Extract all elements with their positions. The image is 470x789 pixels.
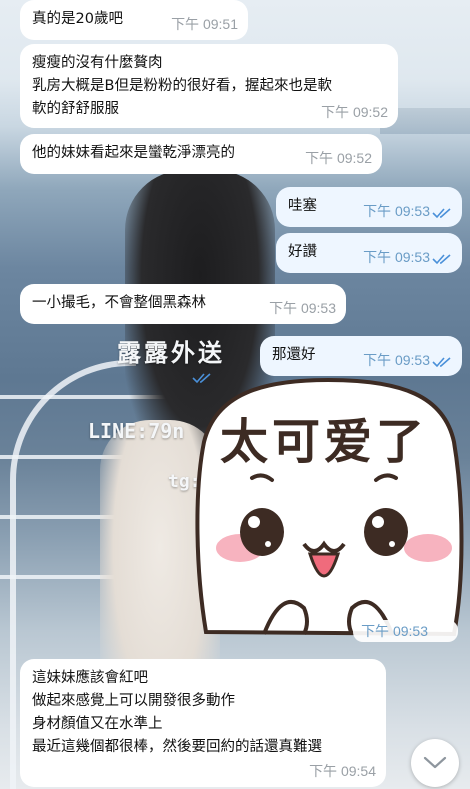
message-time: 下午 09:53 [353, 620, 458, 642]
background-watermark: LINE:79n [88, 419, 185, 443]
message-time: 下午 09:53 [363, 352, 430, 368]
message-time: 下午 09:51 [171, 16, 238, 32]
message-outgoing[interactable]: 好讚 下午 09:53 [276, 233, 462, 273]
message-time: 下午 09:54 [309, 763, 376, 779]
scroll-down-button[interactable] [411, 739, 459, 787]
message-outgoing[interactable]: 哇塞 下午 09:53 [276, 187, 462, 227]
chat-screen: 露露外送 LINE:79n tg: 真的是20歲吧 下午 09:51 瘦瘦的沒有… [0, 0, 470, 789]
message-time: 下午 09:53 [269, 300, 336, 316]
message-incoming[interactable]: 他的妹妹看起來是蠻乾淨漂亮的 下午 09:52 [20, 134, 382, 174]
message-text: 真的是20歲吧 [32, 11, 123, 27]
double-check-icon [432, 357, 451, 368]
background-watermark: 露露外送 [117, 339, 225, 367]
message-incoming[interactable]: 瘦瘦的沒有什麼贅肉 乳房大概是B但是粉粉的很好看，握起來也是軟 軟的舒舒服服 下… [20, 44, 398, 128]
double-check-icon [432, 208, 451, 219]
double-check-icon [432, 254, 451, 265]
message-incoming[interactable]: 一小撮毛，不會整個黑森林 下午 09:53 [20, 284, 346, 324]
message-incoming[interactable]: 真的是20歲吧 下午 09:51 [20, 0, 248, 40]
message-time: 下午 09:52 [305, 150, 372, 166]
message-incoming[interactable]: 這妹妹應該會紅吧 做起來感覺上可以開發很多動作 身材顏值又在水準上 最近這幾個都… [20, 659, 386, 787]
message-time: 下午 09:52 [321, 104, 388, 120]
sticker-caption: 太可爱了 [220, 414, 429, 470]
message-outgoing[interactable]: 那還好 下午 09:53 [260, 336, 462, 376]
sticker-message[interactable]: 太可爱了 下午 09:53 [192, 372, 464, 652]
message-text: 這妹妹應該會紅吧 做起來感覺上可以開發很多動作 身材顏值又在水準上 最近這幾個都… [32, 670, 322, 755]
message-time: 下午 09:53 [363, 203, 430, 219]
message-time: 下午 09:53 [363, 249, 430, 265]
chevron-down-icon [423, 756, 447, 769]
double-check-icon [192, 373, 211, 384]
